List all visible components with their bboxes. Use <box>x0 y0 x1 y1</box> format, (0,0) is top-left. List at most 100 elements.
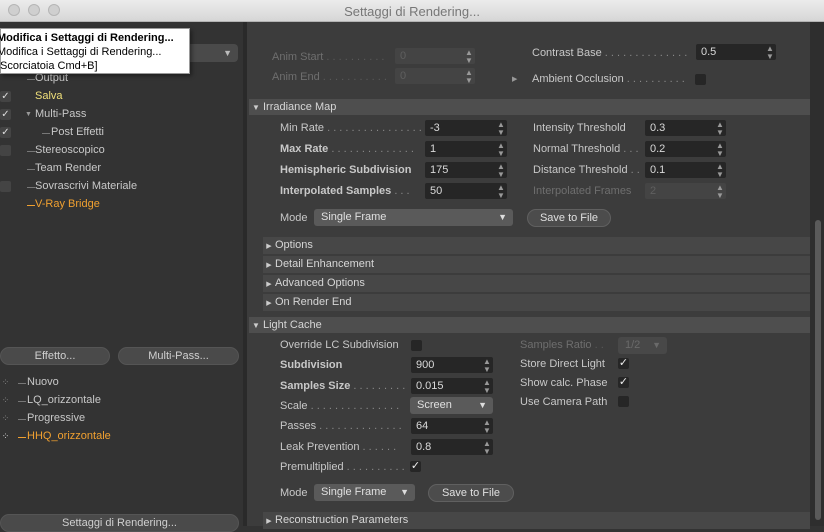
lightcache-mode-label: Mode <box>280 487 308 499</box>
preset-item[interactable]: ⁘ LQ_orizzontale <box>0 392 240 410</box>
list-item-multipass[interactable]: ✓ ▼ Multi-Pass <box>0 106 240 124</box>
ambient-occlusion-checkbox[interactable] <box>695 74 706 85</box>
interpolated-frames-field[interactable]: 2 ▲ ▼ <box>645 183 726 200</box>
list-item-label: Multi-Pass <box>35 108 87 120</box>
expand-triangle-icon: ▶ <box>266 518 272 525</box>
anim-end-label: Anim End . . . . . . . . . . . <box>272 71 387 83</box>
subsection-title: On Render End <box>275 296 352 308</box>
passes-label: Passes . . . . . . . . . . . . . . <box>280 420 402 432</box>
subsection-reconstruction-parameters[interactable]: ▶ Reconstruction Parameters <box>263 512 810 529</box>
intensity-threshold-field[interactable]: 0.3 ▲ ▼ <box>645 120 726 137</box>
max-rate-label: Max Rate . . . . . . . . . . . . . . <box>280 143 414 155</box>
use-camera-path-checkbox[interactable] <box>618 396 629 407</box>
subsection-on-render-end[interactable]: ▶ On Render End <box>263 294 810 311</box>
store-direct-light-checkbox[interactable]: ✓ <box>618 358 629 369</box>
leak-prevention-label: Leak Prevention . . . . . . <box>280 441 397 453</box>
distance-threshold-field[interactable]: 0.1 ▲ ▼ <box>645 162 726 179</box>
samples-size-label: Samples Size . . . . . . . . . <box>280 380 406 392</box>
chevron-down-icon: ▼ <box>223 48 232 58</box>
samples-ratio-label: Samples Ratio . . <box>520 339 604 351</box>
premultiplied-checkbox[interactable]: ✓ <box>410 461 421 472</box>
min-rate-field[interactable]: -3 ▲ ▼ <box>425 120 507 137</box>
render-settings-button[interactable]: Settaggi di Rendering... <box>0 514 239 532</box>
lightcache-mode-dropdown[interactable]: Single Frame ▼ <box>314 484 415 501</box>
expand-triangle-icon[interactable]: ▼ <box>25 111 32 118</box>
list-item-label: Sovrascrivi Materiale <box>35 180 138 192</box>
contrast-base-field[interactable]: 0.5 ▲ ▼ <box>696 44 776 61</box>
tooltip: Modifica i Settaggi di Rendering... Modi… <box>0 28 190 74</box>
scrollbar-thumb[interactable] <box>815 220 821 520</box>
preset-label: HHQ_orizzontale <box>27 430 111 442</box>
max-rate-field[interactable]: 1 ▲ ▼ <box>425 141 507 158</box>
preset-label: Progressive <box>27 412 86 424</box>
tree-line <box>27 205 35 206</box>
irradiance-mode-label: Mode <box>280 212 308 224</box>
tree-line <box>18 419 26 420</box>
expand-triangle-icon: ▶ <box>266 262 272 269</box>
checkbox-multipass[interactable]: ✓ <box>0 109 11 120</box>
normal-threshold-field[interactable]: 0.2 ▲ ▼ <box>645 141 726 158</box>
interpolated-samples-field[interactable]: 50 ▲ ▼ <box>425 183 507 200</box>
preset-icon: ⁘ <box>1 395 10 405</box>
subsection-title: Reconstruction Parameters <box>275 514 409 526</box>
preset-icon: ⁘ <box>1 377 10 387</box>
anim-end-field[interactable]: 0 ▲ ▼ <box>395 68 475 85</box>
preset-label: Nuovo <box>27 376 59 388</box>
override-lc-subdivision-checkbox[interactable] <box>411 340 422 351</box>
checkbox-post-effetti[interactable]: ✓ <box>0 127 11 138</box>
checkbox-salva[interactable]: ✓ <box>0 91 11 102</box>
preset-item[interactable]: ⁘ Progressive <box>0 410 240 428</box>
chevron-down-icon: ▼ <box>400 487 409 497</box>
preset-item[interactable]: ⁘ HHQ_orizzontale <box>0 428 240 446</box>
chevron-down-icon: ▼ <box>652 340 661 350</box>
section-irradiance-map[interactable]: ▼ Irradiance Map <box>249 99 810 115</box>
hemispheric-subdivision-label: Hemispheric Subdivision <box>280 164 412 176</box>
tree-line <box>27 169 35 170</box>
collapse-triangle-icon: ▼ <box>252 103 260 112</box>
anim-start-label: Anim Start . . . . . . . . . . <box>272 51 385 63</box>
scale-dropdown[interactable]: Screen ▼ <box>410 397 493 414</box>
subsection-detail-enhancement[interactable]: ▶ Detail Enhancement <box>263 256 810 273</box>
subdivision-label: Subdivision <box>280 359 343 371</box>
leak-prevention-field[interactable]: 0.8 ▲ ▼ <box>411 439 493 456</box>
section-title: Light Cache <box>263 319 322 331</box>
samples-ratio-dropdown[interactable]: 1/2 ▼ <box>618 337 667 354</box>
list-item-salva[interactable]: ✓ Salva <box>0 88 240 106</box>
samples-size-field[interactable]: 0.015 ▲ ▼ <box>411 378 493 395</box>
irradiance-mode-dropdown[interactable]: Single Frame ▼ <box>314 209 513 226</box>
multipass-button[interactable]: Multi-Pass... <box>118 347 239 365</box>
chevron-down-icon: ▼ <box>498 212 507 222</box>
subsection-options[interactable]: ▶ Options <box>263 237 810 254</box>
checkbox-stereoscopico[interactable] <box>0 145 11 156</box>
passes-field[interactable]: 64 ▲ ▼ <box>411 418 493 435</box>
subsection-title: Advanced Options <box>275 277 365 289</box>
preset-icon: ⁘ <box>1 413 10 423</box>
list-item-post-effetti[interactable]: ✓ Post Effetti <box>0 124 240 142</box>
override-lc-subdivision-label: Override LC Subdivision <box>280 339 399 351</box>
tree-line <box>18 401 26 402</box>
hemispheric-subdivision-field[interactable]: 175 ▲ ▼ <box>425 162 507 179</box>
list-item-team-render[interactable]: Team Render <box>0 160 240 178</box>
contrast-base-label: Contrast Base . . . . . . . . . . . . . … <box>532 47 688 59</box>
anim-start-field[interactable]: 0 ▲ ▼ <box>395 48 475 65</box>
preset-item[interactable]: ⁘ Nuovo <box>0 374 240 392</box>
checkbox-sovrascrivi-materiale[interactable] <box>0 181 11 192</box>
list-item-sovrascrivi-materiale[interactable]: Sovrascrivi Materiale <box>0 178 240 196</box>
list-item-label: Post Effetti <box>51 126 104 138</box>
title-bar: Settaggi di Rendering... <box>0 0 824 22</box>
effect-button[interactable]: Effetto... <box>0 347 110 365</box>
subsection-advanced-options[interactable]: ▶ Advanced Options <box>263 275 810 292</box>
list-item-vray-bridge[interactable]: V-Ray Bridge <box>0 196 240 214</box>
irradiance-save-to-file-button[interactable]: Save to File <box>527 209 611 227</box>
tooltip-description: Modifica i Settaggi di Rendering... <box>0 46 162 58</box>
subdivision-field[interactable]: 900 ▲ ▼ <box>411 357 493 374</box>
expand-triangle-icon[interactable]: ▶ <box>512 75 517 83</box>
section-light-cache[interactable]: ▼ Light Cache <box>249 317 810 333</box>
tree-line <box>18 383 26 384</box>
normal-threshold-label: Normal Threshold . . . <box>533 143 639 155</box>
show-calc-phase-checkbox[interactable]: ✓ <box>618 377 629 388</box>
list-item-stereoscopico[interactable]: Stereoscopico <box>0 142 240 160</box>
list-item-label: Stereoscopico <box>35 144 105 156</box>
subsection-title: Options <box>275 239 313 251</box>
lightcache-save-to-file-button[interactable]: Save to File <box>428 484 514 502</box>
